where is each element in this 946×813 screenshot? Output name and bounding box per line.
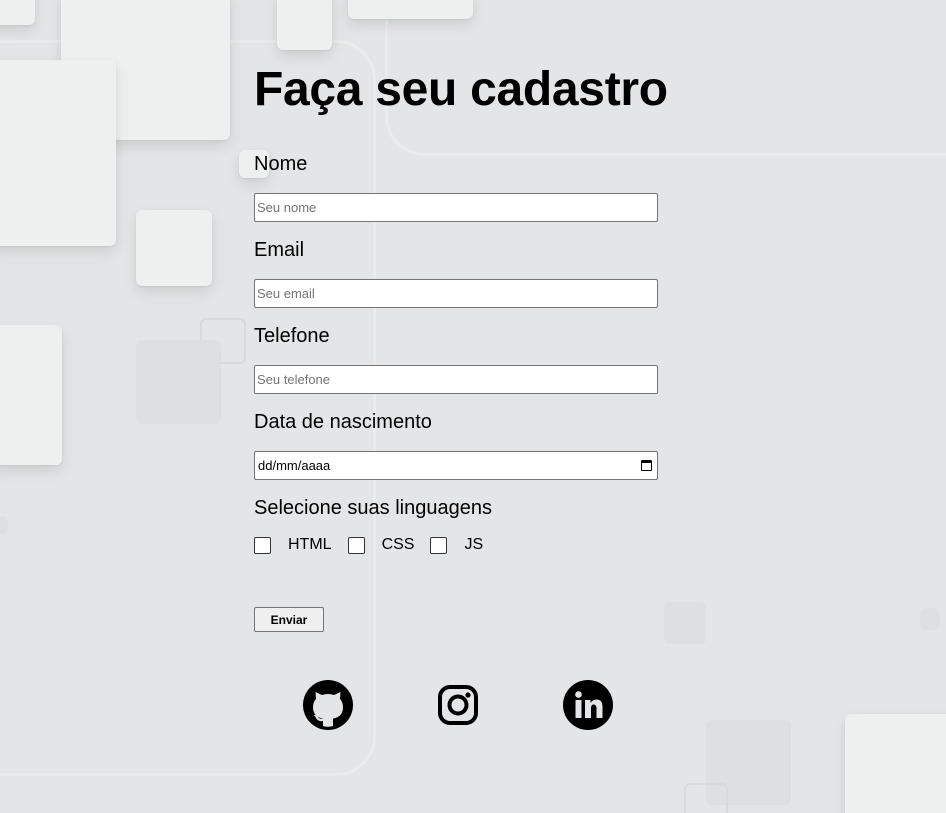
languages-label: Selecione suas linguagens [254, 497, 492, 519]
linkedin-link[interactable] [563, 680, 613, 730]
calendar-icon[interactable] [641, 460, 652, 471]
github-icon [303, 680, 353, 730]
birthdate-value: dd/mm/aaaa [258, 458, 331, 473]
email-label: Email [254, 239, 305, 261]
checkbox-css[interactable] [347, 536, 365, 554]
instagram-link[interactable] [433, 680, 483, 730]
page-title: Faça seu cadastro [254, 63, 668, 116]
languages-checkbox-group: HTML CSS JS [254, 536, 499, 554]
checkbox-html-label: HTML [288, 536, 332, 553]
submit-button[interactable]: Enviar [254, 607, 324, 632]
github-link[interactable] [303, 680, 353, 730]
checkbox-js-label: JS [464, 536, 484, 553]
instagram-icon [438, 685, 478, 725]
checkbox-js[interactable] [430, 536, 448, 554]
phone-field[interactable] [254, 365, 658, 394]
birthdate-field[interactable]: dd/mm/aaaa [254, 451, 658, 480]
email-field[interactable] [254, 279, 658, 308]
checkbox-css-label: CSS [381, 536, 415, 553]
checkbox-html[interactable] [254, 536, 271, 554]
linkedin-icon [563, 680, 613, 730]
name-field[interactable] [254, 193, 658, 222]
birthdate-label: Data de nascimento [254, 411, 432, 433]
phone-label: Telefone [254, 325, 330, 347]
name-label: Nome [254, 153, 308, 175]
